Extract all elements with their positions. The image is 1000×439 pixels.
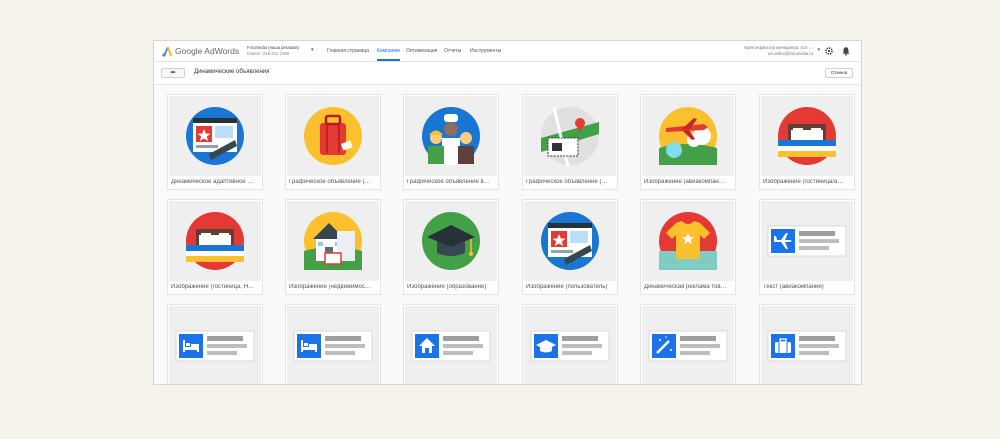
template-label: Графическое объявление (… [526,179,608,185]
template-label: Динамическое адаптивное … [171,179,254,185]
text-magic-wand-icon [648,330,728,362]
account-dropdown-icon[interactable]: ▾ [311,47,314,53]
luggage-icon [304,107,362,165]
template-label: Изображение (авиакомпан… [644,179,725,185]
adaptive-window-icon [186,107,244,165]
template-thumbnail [405,96,497,176]
text-house-icon [411,330,491,362]
adwords-logo-icon[interactable] [162,46,173,57]
logo-text: Google AdWords [175,46,240,56]
template-card[interactable] [640,304,736,384]
template-label: Изображение (пользователь) [526,284,608,290]
template-thumbnail [524,96,616,176]
template-card[interactable]: Динамическое адаптивное … [167,94,263,190]
customer-info[interactable]: Идентификатор менеджера: 414-… om.editor… [744,45,813,57]
cancel-button[interactable]: Отмена [825,68,853,78]
template-card[interactable]: Графическое объявление (… [522,94,618,190]
account-id: Клиент: 618-312-2889 [247,51,290,56]
nav-home[interactable]: Главная страница [327,41,369,61]
people-workers-icon [422,107,480,165]
template-card[interactable]: Изображение (пользователь) [522,199,618,295]
customer-dropdown-icon[interactable]: ▾ [817,47,820,53]
text-briefcase-icon [767,330,847,362]
template-thumbnail [405,306,497,384]
template-thumbnail [287,306,379,384]
adwords-window: Google AdWords Forumedia (наша реклама) … [153,40,862,385]
template-gallery: Динамическое адаптивное … Графическое объ… [154,85,861,384]
text-graduation-cap-icon [530,330,610,362]
template-thumbnail [287,201,379,281]
template-thumbnail [642,306,734,384]
nav-optimization[interactable]: Оптимизация [406,41,437,61]
template-label: Изображение (образование) [407,284,487,290]
template-card[interactable] [285,304,381,384]
template-thumbnail [169,96,261,176]
template-card[interactable]: Изображение (гостиница, Н… [167,199,263,295]
template-thumbnail [761,96,853,176]
template-label: Изображение (недвижимос… [289,284,371,290]
template-card[interactable]: Изображение (образование) [403,199,499,295]
template-thumbnail [169,306,261,384]
template-card[interactable] [403,304,499,384]
account-switcher[interactable]: Forumedia (наша реклама) Клиент: 618-312… [247,45,299,57]
template-card[interactable]: Изображение (авиакомпан… [640,94,736,190]
template-card[interactable]: Текст (авиакомпании) [759,199,855,295]
page-title: Динамические объявления [194,69,270,75]
template-card[interactable]: Изображение (недвижимос… [285,199,381,295]
template-card[interactable]: Изображение (гостиница/а… [759,94,855,190]
template-label: Изображение (гостиница, Н… [171,284,255,290]
template-thumbnail [524,201,616,281]
template-thumbnail [405,201,497,281]
template-label: Изображение (гостиница/а… [763,179,844,185]
template-card[interactable]: Графическое объявление в… [403,94,499,190]
tshirt-icon [659,212,717,270]
text-bed-icon [175,330,255,362]
template-card[interactable]: Динамическая реклама тов… [640,199,736,295]
template-label: Текст (авиакомпании) [763,284,824,290]
nav-campaigns[interactable]: Кампании [377,41,400,61]
template-thumbnail [524,306,616,384]
template-card[interactable] [167,304,263,384]
toolbar: ⬅ Динамические объявления Отмена [154,62,861,85]
template-thumbnail [642,96,734,176]
notification-bell-icon[interactable] [841,46,851,56]
text-airplane-icon [767,225,847,257]
nav-reports[interactable]: Отчеты [444,41,461,61]
template-thumbnail [761,201,853,281]
adaptive-window-icon [541,212,599,270]
hotel-bed-icon [186,212,244,270]
airplane-icon [659,107,717,165]
template-card[interactable] [522,304,618,384]
template-thumbnail [287,96,379,176]
user-email: om.editor@forumedia.ru [767,51,813,56]
text-bed-icon [293,330,373,362]
top-navigation-bar: Google AdWords Forumedia (наша реклама) … [154,41,861,62]
template-thumbnail [169,201,261,281]
map-ticket-icon [541,107,599,167]
hotel-bed-icon [778,107,836,165]
template-card[interactable]: Графическое объявление (… [285,94,381,190]
template-card[interactable] [759,304,855,384]
back-button[interactable]: ⬅ [161,68,185,78]
nav-tools[interactable]: Инструменты [470,41,501,61]
template-label: Графическое объявление (… [289,179,371,185]
template-thumbnail [761,306,853,384]
graduation-cap-icon [422,212,480,270]
template-label: Графическое объявление в… [407,179,490,185]
settings-gear-icon[interactable] [824,46,834,56]
template-thumbnail [642,201,734,281]
template-label: Динамическая реклама тов… [644,284,727,290]
real-estate-house-icon [304,212,362,270]
